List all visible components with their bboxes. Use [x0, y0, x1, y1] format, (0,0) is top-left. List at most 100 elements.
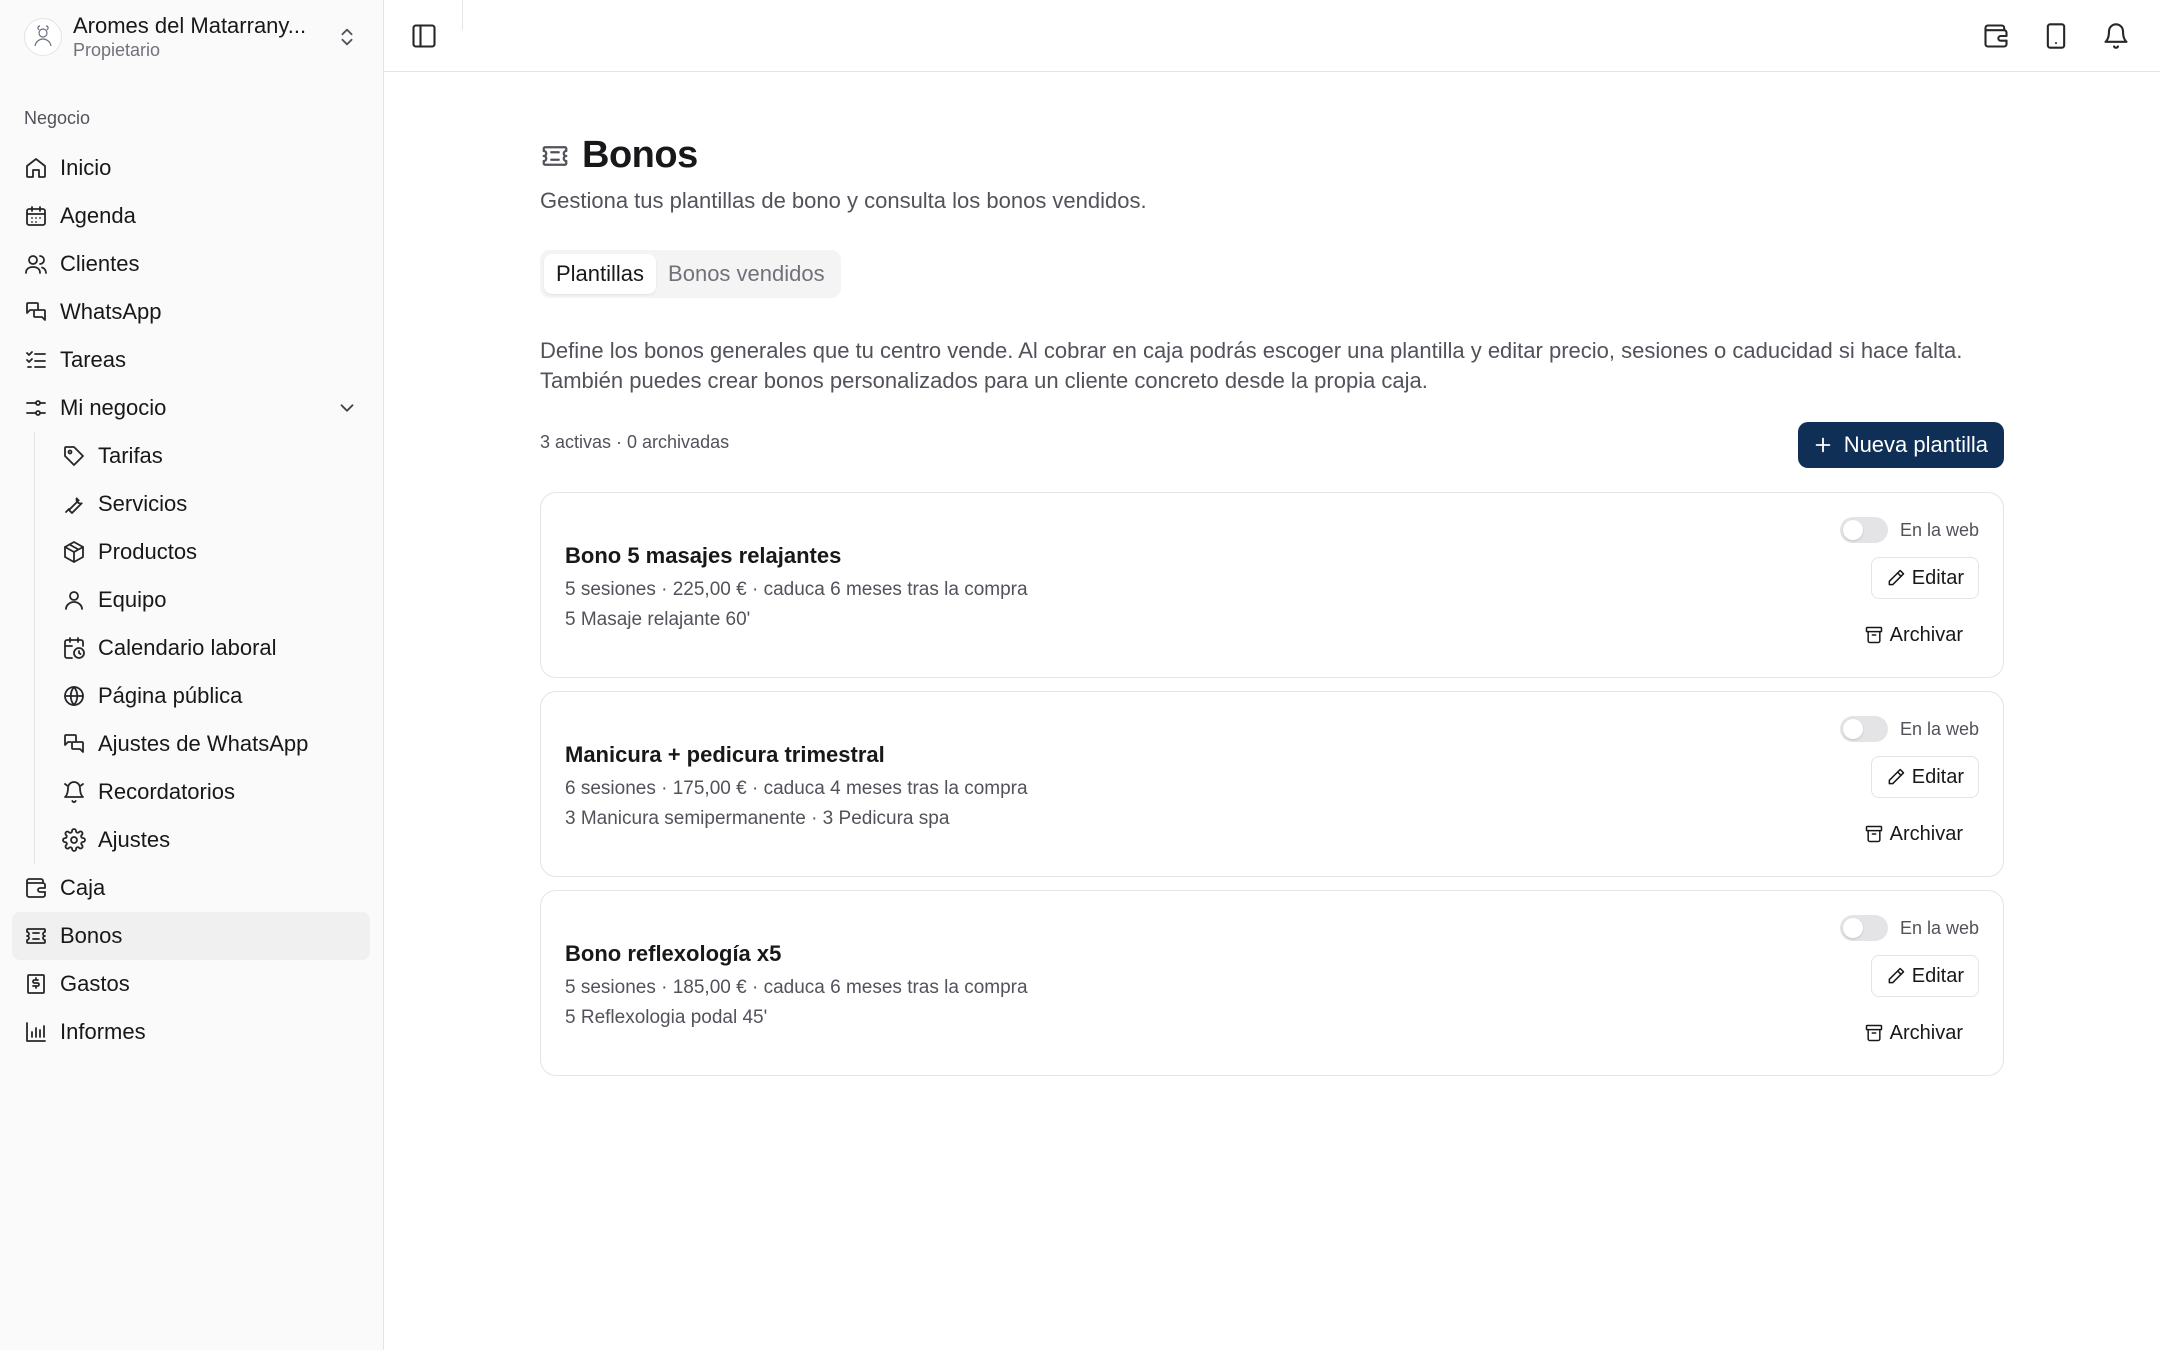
edit-label: Editar	[1911, 566, 1964, 589]
sidebar-item-clientes[interactable]: Clientes	[12, 240, 370, 288]
template-meta: 5 sesiones · 185,00 € · caduca 6 meses t…	[565, 977, 1028, 998]
topbar-divider	[462, 0, 463, 30]
archive-label: Archivar	[1889, 623, 1963, 646]
nav-group-label: Negocio	[24, 108, 91, 128]
web-visibility-toggle[interactable]: En la web	[1839, 517, 1979, 543]
sidebar-item-label: Inicio	[60, 155, 112, 180]
main-nav: Inicio Agenda Clientes WhatsApp Tareas M…	[12, 144, 370, 1056]
sidebar-item-label: Agenda	[60, 203, 136, 228]
intro-line: Define los bonos generales que tu centro…	[540, 338, 1963, 363]
sidebar-item-label: Mi negocio	[60, 395, 167, 420]
ticket-icon	[542, 145, 568, 166]
template-items: 5 Reflexologia podal 45'	[565, 1007, 768, 1028]
new-template-button[interactable]: Nueva plantilla	[1797, 422, 2004, 468]
archive-button[interactable]: Archivar	[1848, 615, 1979, 655]
chevron-down-icon[interactable]	[336, 397, 358, 419]
sidebar-item-equipo[interactable]: Equipo	[50, 576, 370, 624]
sidebar-item-ajustes-whatsapp[interactable]: Ajustes de WhatsApp	[50, 720, 370, 768]
sidebar-item-label: Caja	[60, 875, 106, 900]
sidebar-item-whatsapp[interactable]: WhatsApp	[12, 288, 370, 336]
intro-line: También puedes crear bonos personalizado…	[540, 368, 1428, 393]
sidebar-item-ajustes[interactable]: Ajustes	[50, 816, 370, 864]
users-icon	[25, 255, 47, 274]
toggle-knob	[1842, 918, 1863, 938]
sidebar-subnav-mi-negocio: Tarifas Servicios Productos Equipo Calen…	[12, 432, 370, 864]
toggle-switch[interactable]	[1839, 716, 1888, 742]
sidebar-toggle-icon[interactable]	[410, 22, 438, 50]
sidebar-item-bonos[interactable]: Bonos	[12, 912, 370, 960]
sidebar: Aromes del Matarrany... Propietario Nego…	[0, 0, 384, 1350]
web-visibility-label: En la web	[1899, 519, 1979, 540]
calendar-icon	[26, 206, 46, 226]
sidebar-item-agenda[interactable]: Agenda	[12, 192, 370, 240]
wallet-icon[interactable]	[1982, 22, 2010, 50]
chat-icon	[26, 302, 46, 321]
sidebar-item-inicio[interactable]: Inicio	[12, 144, 370, 192]
bell-icon[interactable]	[2102, 22, 2130, 50]
organization-switcher[interactable]: Aromes del Matarrany... Propietario	[18, 12, 366, 62]
org-role: Propietario	[73, 40, 161, 60]
tablet-icon[interactable]	[2042, 22, 2070, 50]
tab-bonos-vendidos[interactable]: Bonos vendidos	[656, 254, 837, 294]
page-title: Bonos	[582, 134, 698, 176]
archive-icon	[1865, 626, 1882, 644]
sidebar-item-label: Tareas	[60, 347, 127, 372]
toggle-knob	[1842, 520, 1863, 540]
edit-button[interactable]: Editar	[1870, 955, 1979, 997]
home-icon	[26, 158, 46, 178]
archive-icon	[1865, 825, 1882, 843]
toggle-switch[interactable]	[1839, 915, 1888, 941]
edit-button[interactable]: Editar	[1870, 557, 1979, 599]
sidebar-item-label: WhatsApp	[60, 299, 162, 324]
sidebar-item-label: Calendario laboral	[98, 635, 277, 660]
template-card: Bono reflexología x5 5 sesiones · 185,00…	[540, 890, 2004, 1076]
toggle-knob	[1842, 719, 1863, 739]
calendar-clock-icon	[64, 637, 85, 659]
edit-button[interactable]: Editar	[1870, 756, 1979, 798]
sidebar-item-label: Clientes	[60, 251, 140, 276]
archive-label: Archivar	[1889, 822, 1963, 845]
sidebar-item-gastos[interactable]: Gastos	[12, 960, 370, 1008]
package-icon	[64, 541, 84, 563]
archive-button[interactable]: Archivar	[1848, 1013, 1979, 1053]
settings-sliders-icon	[26, 400, 46, 416]
template-name: Bono reflexología x5	[565, 941, 782, 966]
sidebar-item-servicios[interactable]: Servicios	[50, 480, 370, 528]
sidebar-item-informes[interactable]: Informes	[12, 1008, 370, 1056]
sidebar-item-label: Servicios	[98, 491, 188, 516]
org-logo	[24, 18, 62, 56]
template-card: Bono 5 masajes relajantes 5 sesiones · 2…	[540, 492, 2004, 678]
toggle-switch[interactable]	[1839, 517, 1888, 543]
archive-icon	[1865, 1024, 1882, 1042]
template-list: Bono 5 masajes relajantes 5 sesiones · 2…	[540, 492, 2004, 1089]
sidebar-item-label: Recordatorios	[98, 779, 235, 804]
sidebar-item-label: Informes	[60, 1019, 146, 1044]
gear-icon	[62, 828, 86, 852]
sidebar-item-calendario-laboral[interactable]: Calendario laboral	[50, 624, 370, 672]
edit-label: Editar	[1911, 765, 1964, 788]
sidebar-item-tareas[interactable]: Tareas	[12, 336, 370, 384]
page-subtitle: Gestiona tus plantillas de bono y consul…	[540, 188, 1147, 213]
receipt-icon	[27, 974, 45, 994]
chevron-up-down-icon	[341, 28, 353, 46]
sidebar-item-label: Gastos	[60, 971, 130, 996]
sidebar-item-caja[interactable]: Caja	[12, 864, 370, 912]
sidebar-item-tarifas[interactable]: Tarifas	[50, 432, 370, 480]
web-visibility-toggle[interactable]: En la web	[1839, 716, 1979, 742]
wrench-icon	[65, 497, 83, 514]
edit-label: Editar	[1911, 964, 1964, 987]
web-visibility-toggle[interactable]: En la web	[1839, 915, 1979, 941]
archive-button[interactable]: Archivar	[1848, 814, 1979, 854]
sidebar-item-label: Bonos	[60, 923, 123, 948]
sidebar-item-recordatorios[interactable]: Recordatorios	[50, 768, 370, 816]
sidebar-item-productos[interactable]: Productos	[50, 528, 370, 576]
bell-icon	[64, 781, 84, 803]
sidebar-item-pagina-publica[interactable]: Página pública	[50, 672, 370, 720]
sidebar-item-label: Productos	[98, 539, 198, 564]
sidebar-item-label: Ajustes de WhatsApp	[98, 731, 309, 756]
template-counts: 3 activas · 0 archivadas	[540, 432, 730, 452]
tab-plantillas[interactable]: Plantillas	[544, 254, 657, 294]
archive-label: Archivar	[1889, 1021, 1963, 1044]
sidebar-item-mi-negocio[interactable]: Mi negocio	[12, 384, 370, 432]
web-visibility-label: En la web	[1899, 718, 1979, 739]
